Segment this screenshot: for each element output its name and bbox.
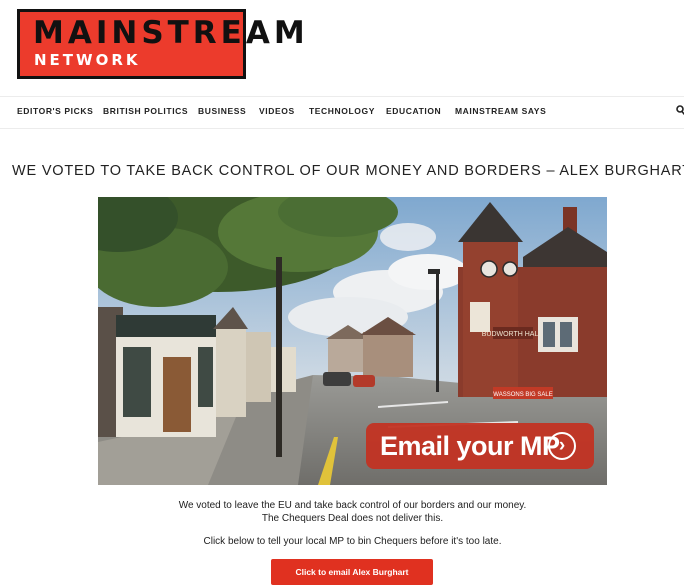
email-mp-button[interactable]: Click to email Alex Burghart [271,559,433,585]
article-paragraph-line2: The Chequers Deal does not deliver this. [261,513,444,524]
nav-item-mainstream-says[interactable]: MAINSTREAM SAYS [455,106,546,116]
article-headline: WE VOTED TO TAKE BACK CONTROL OF OUR MON… [12,163,684,179]
article-call-to-action-text: Click below to tell your local MP to bin… [203,536,502,547]
logo-title: MAINSTREAM [33,15,309,51]
search-icon[interactable] [676,105,684,118]
article-paragraph-line1: We voted to leave the EU and take back c… [178,500,527,511]
main-nav: EDITOR'S PICKS BRITISH POLITICS BUSINESS… [0,96,684,129]
nav-item-business[interactable]: BUSINESS [198,106,246,116]
hall-sign: BUDWORTH HALL [482,331,543,338]
site-logo[interactable]: MAINSTREAM NETWORK [17,9,305,79]
chevron-right-circle-icon[interactable]: › [548,432,576,460]
nav-item-technology[interactable]: TECHNOLOGY [309,106,375,116]
logo-panel: MAINSTREAM NETWORK [20,12,305,76]
logo-subtitle: NETWORK [34,51,141,69]
nav-item-videos[interactable]: VIDEOS [259,106,295,116]
sale-banner: WASSONS BIG SALE [493,392,552,398]
nav-item-british-politics[interactable]: BRITISH POLITICS [103,106,188,116]
nav-item-editors-picks[interactable]: EDITOR'S PICKS [17,106,93,116]
nav-item-education[interactable]: EDUCATION [386,106,441,116]
article-image[interactable]: BUDWORTH HALL WASSONS BIG SALE Email you… [98,197,607,485]
email-your-mp-cta[interactable]: Email your MP [380,431,560,462]
